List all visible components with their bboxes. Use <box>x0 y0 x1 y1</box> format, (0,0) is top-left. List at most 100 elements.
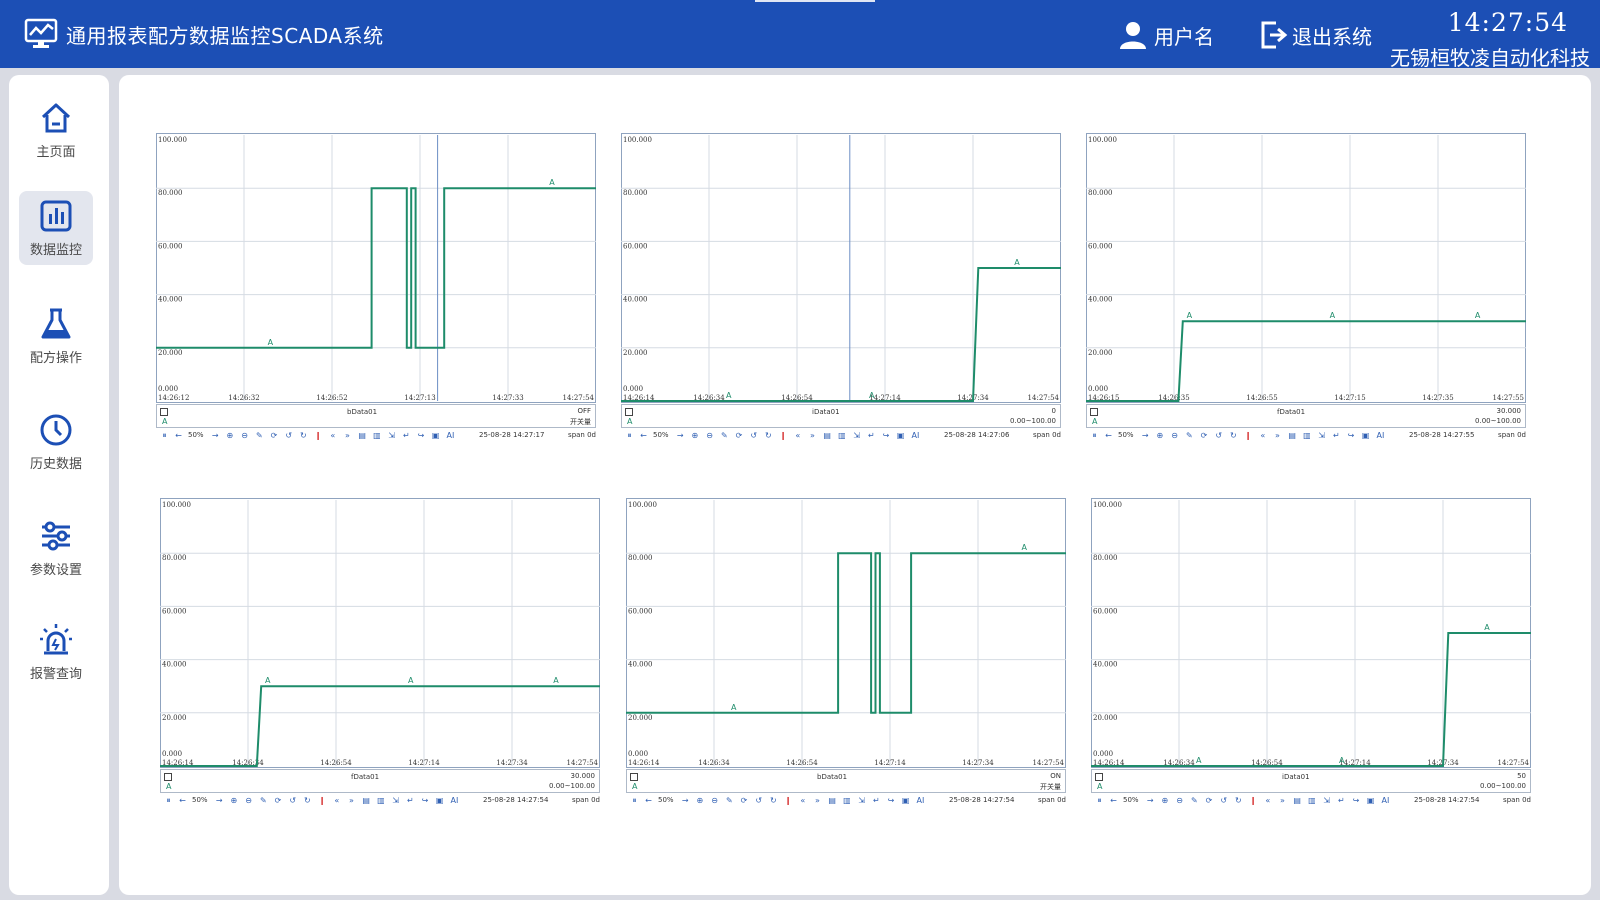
toolbar-button-icon[interactable]: ▤ <box>362 796 371 805</box>
toolbar-button-icon[interactable]: ↻ <box>1229 431 1238 440</box>
toolbar-button-icon[interactable]: ⇲ <box>391 796 400 805</box>
nav-alarm[interactable]: 报警查询 <box>19 615 93 689</box>
toolbar-button-icon[interactable]: ↻ <box>764 431 773 440</box>
user-menu[interactable]: 用户名 <box>1118 18 1214 52</box>
zoom-percent[interactable]: 50% <box>653 431 669 439</box>
series-legend-row[interactable]: AbData01 OFF 开关量 <box>156 404 596 428</box>
toolbar-button-icon[interactable]: ▣ <box>431 431 440 440</box>
toolbar-button-icon[interactable]: ⊕ <box>229 796 238 805</box>
toolbar-button-icon[interactable]: → <box>1146 796 1155 805</box>
toolbar-button-icon[interactable]: ↪ <box>887 796 896 805</box>
toolbar-button-icon[interactable]: ← <box>1109 796 1118 805</box>
zoom-percent[interactable]: 50% <box>188 431 204 439</box>
toolbar-button-icon[interactable]: ✎ <box>720 431 729 440</box>
toolbar-button-icon[interactable]: ← <box>174 431 183 440</box>
toolbar-button-icon[interactable]: → <box>215 796 224 805</box>
toolbar-button-icon[interactable]: ▣ <box>435 796 444 805</box>
toolbar-button-icon[interactable]: ⏸ <box>1090 431 1099 440</box>
toolbar-button-icon[interactable]: ❙ <box>314 431 323 440</box>
toolbar-button-icon[interactable]: ⇲ <box>857 796 866 805</box>
toolbar-button-icon[interactable]: ⊕ <box>695 796 704 805</box>
toolbar-button-icon[interactable]: » <box>343 431 352 440</box>
toolbar-button-icon[interactable]: ↵ <box>406 796 415 805</box>
toolbar-button-icon[interactable]: « <box>798 796 807 805</box>
toolbar-button-icon[interactable]: ▥ <box>837 431 846 440</box>
nav-data-monitor[interactable]: 数据监控 <box>19 191 93 265</box>
zoom-percent[interactable]: 50% <box>1123 796 1139 804</box>
toolbar-button-icon[interactable]: ↺ <box>749 431 758 440</box>
series-visible-checkbox[interactable] <box>625 408 633 416</box>
toolbar-button-icon[interactable]: ↪ <box>882 431 891 440</box>
toolbar-button-icon[interactable]: ⟳ <box>274 796 283 805</box>
toolbar-button-icon[interactable]: ❙ <box>1244 431 1253 440</box>
toolbar-button-icon[interactable]: AI <box>1381 796 1390 805</box>
toolbar-button-icon[interactable]: ▣ <box>896 431 905 440</box>
toolbar-button-icon[interactable]: → <box>681 796 690 805</box>
nav-recipe[interactable]: 配方操作 <box>19 299 93 373</box>
toolbar-button-icon[interactable]: ↺ <box>1214 431 1223 440</box>
series-legend-row[interactable]: AiData01 0 0.00~100.00 <box>621 404 1061 428</box>
toolbar-button-icon[interactable]: ↵ <box>872 796 881 805</box>
toolbar-button-icon[interactable]: ↻ <box>1234 796 1243 805</box>
series-visible-checkbox[interactable] <box>1095 773 1103 781</box>
toolbar-button-icon[interactable]: ↵ <box>1332 431 1341 440</box>
toolbar-button-icon[interactable]: ↪ <box>421 796 430 805</box>
toolbar-button-icon[interactable]: ⇲ <box>1322 796 1331 805</box>
toolbar-button-icon[interactable]: ↵ <box>402 431 411 440</box>
toolbar-button-icon[interactable]: ⊕ <box>1155 431 1164 440</box>
toolbar-button-icon[interactable]: ▣ <box>901 796 910 805</box>
toolbar-button-icon[interactable]: » <box>347 796 356 805</box>
toolbar-button-icon[interactable]: ⇲ <box>852 431 861 440</box>
toolbar-button-icon[interactable]: AI <box>911 431 920 440</box>
toolbar-button-icon[interactable]: ↺ <box>284 431 293 440</box>
toolbar-button-icon[interactable]: ✎ <box>1190 796 1199 805</box>
toolbar-button-icon[interactable]: ✎ <box>255 431 264 440</box>
series-visible-checkbox[interactable] <box>1090 408 1098 416</box>
toolbar-button-icon[interactable]: ▤ <box>1288 431 1297 440</box>
toolbar-button-icon[interactable]: → <box>1141 431 1150 440</box>
toolbar-button-icon[interactable]: ▤ <box>823 431 832 440</box>
toolbar-button-icon[interactable]: ← <box>1104 431 1113 440</box>
toolbar-button-icon[interactable]: ↪ <box>1347 431 1356 440</box>
toolbar-button-icon[interactable]: ▤ <box>1293 796 1302 805</box>
toolbar-button-icon[interactable]: » <box>813 796 822 805</box>
zoom-percent[interactable]: 50% <box>1118 431 1134 439</box>
toolbar-button-icon[interactable]: « <box>1263 796 1272 805</box>
series-legend-row[interactable]: AiData01 50 0.00~100.00 <box>1091 769 1531 793</box>
toolbar-button-icon[interactable]: ⟳ <box>1205 796 1214 805</box>
toolbar-button-icon[interactable]: AI <box>450 796 459 805</box>
toolbar-button-icon[interactable]: ← <box>639 431 648 440</box>
toolbar-button-icon[interactable]: ⇲ <box>1317 431 1326 440</box>
series-visible-checkbox[interactable] <box>164 773 172 781</box>
toolbar-button-icon[interactable]: ▣ <box>1366 796 1375 805</box>
toolbar-button-icon[interactable]: ↪ <box>417 431 426 440</box>
toolbar-button-icon[interactable]: ⏸ <box>625 431 634 440</box>
series-legend-row[interactable]: AbData01 ON 开关量 <box>626 769 1066 793</box>
toolbar-button-icon[interactable]: → <box>676 431 685 440</box>
toolbar-button-icon[interactable]: » <box>1273 431 1282 440</box>
toolbar-button-icon[interactable]: ✎ <box>259 796 268 805</box>
toolbar-button-icon[interactable]: ↪ <box>1352 796 1361 805</box>
toolbar-button-icon[interactable]: ⏸ <box>630 796 639 805</box>
toolbar-button-icon[interactable]: ⟳ <box>740 796 749 805</box>
toolbar-button-icon[interactable]: ↺ <box>754 796 763 805</box>
toolbar-button-icon[interactable]: ✎ <box>725 796 734 805</box>
toolbar-button-icon[interactable]: ❙ <box>784 796 793 805</box>
toolbar-button-icon[interactable]: ▤ <box>828 796 837 805</box>
toolbar-button-icon[interactable]: ▥ <box>1307 796 1316 805</box>
toolbar-button-icon[interactable]: AI <box>446 431 455 440</box>
toolbar-button-icon[interactable]: ↻ <box>299 431 308 440</box>
toolbar-button-icon[interactable]: ⏸ <box>164 796 173 805</box>
toolbar-button-icon[interactable]: ▣ <box>1361 431 1370 440</box>
toolbar-button-icon[interactable]: ⊖ <box>1175 796 1184 805</box>
toolbar-button-icon[interactable]: ⊕ <box>1160 796 1169 805</box>
toolbar-button-icon[interactable]: « <box>793 431 802 440</box>
series-legend-row[interactable]: AfData01 30.000 0.00~100.00 <box>1086 404 1526 428</box>
series-legend-row[interactable]: AfData01 30.000 0.00~100.00 <box>160 769 600 793</box>
toolbar-button-icon[interactable]: AI <box>1376 431 1385 440</box>
toolbar-button-icon[interactable]: ▥ <box>1302 431 1311 440</box>
toolbar-button-icon[interactable]: ❙ <box>318 796 327 805</box>
toolbar-button-icon[interactable]: ⊕ <box>690 431 699 440</box>
toolbar-button-icon[interactable]: ← <box>644 796 653 805</box>
toolbar-button-icon[interactable]: ↺ <box>1219 796 1228 805</box>
